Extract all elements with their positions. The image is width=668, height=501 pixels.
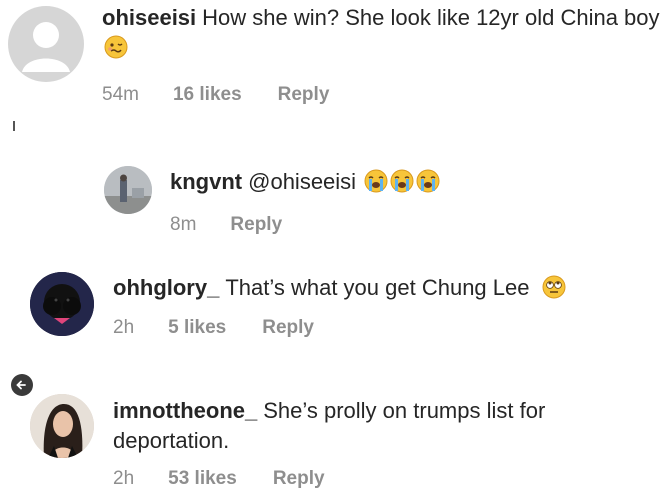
timestamp: 2h <box>113 317 135 338</box>
likes-count[interactable]: 16 likes <box>173 84 242 106</box>
comment-meta: 2h 5 likes Reply <box>113 317 314 339</box>
loudly-crying-face-emoji-icon <box>364 169 388 193</box>
timestamp: 2h <box>113 468 135 489</box>
avatar-imnottheone[interactable] <box>30 394 94 458</box>
timestamp: 8m <box>170 214 197 235</box>
avatar-kngvnt[interactable] <box>104 166 152 214</box>
likes-count[interactable]: 5 likes <box>168 317 226 339</box>
reply-button[interactable]: Reply <box>278 84 330 106</box>
comment-body: How she win? She look like 12yr old Chin… <box>202 5 660 30</box>
loudly-crying-face-emoji-icon <box>390 169 414 193</box>
default-user-icon <box>22 22 70 72</box>
likes-count[interactable]: 53 likes <box>168 468 237 490</box>
reply-button[interactable]: Reply <box>230 214 282 236</box>
mention-link[interactable]: @ohiseeisi <box>248 169 356 194</box>
arrow-left-icon <box>16 380 26 390</box>
comment-text: imnottheone_ She’s prolly on trumps list … <box>113 396 633 456</box>
woozy-face-emoji-icon <box>104 35 128 59</box>
divider-tick <box>13 121 15 131</box>
comment-meta: 8m Reply <box>170 214 282 236</box>
reply-button[interactable]: Reply <box>262 317 314 339</box>
reply-button[interactable]: Reply <box>273 468 325 490</box>
comment-text: kngvnt @ohiseeisi <box>170 167 650 197</box>
timestamp: 54m <box>102 84 139 105</box>
username[interactable]: ohiseeisi <box>102 5 196 30</box>
avatar-ohhglory[interactable] <box>30 272 94 336</box>
comment-text: ohiseeisi How she win? She look like 12yr… <box>102 3 662 63</box>
back-button[interactable] <box>11 374 33 396</box>
loudly-crying-face-emoji-icon <box>416 169 440 193</box>
comment-meta: 2h 53 likes Reply <box>113 468 325 490</box>
avatar-placeholder[interactable] <box>8 6 84 82</box>
avatar-photo-icon <box>104 166 152 214</box>
dog-photo-icon <box>30 272 94 336</box>
comment-text: ohhglory_ That’s what you get Chung Lee <box>113 273 653 303</box>
username[interactable]: imnottheone_ <box>113 398 257 423</box>
comment-body: That’s what you get Chung Lee <box>225 275 530 300</box>
rolling-eyes-emoji-icon <box>542 275 566 299</box>
comment-meta: 54m 16 likes Reply <box>102 84 329 106</box>
username[interactable]: kngvnt <box>170 169 242 194</box>
username[interactable]: ohhglory_ <box>113 275 219 300</box>
portrait-photo-icon <box>30 394 94 458</box>
